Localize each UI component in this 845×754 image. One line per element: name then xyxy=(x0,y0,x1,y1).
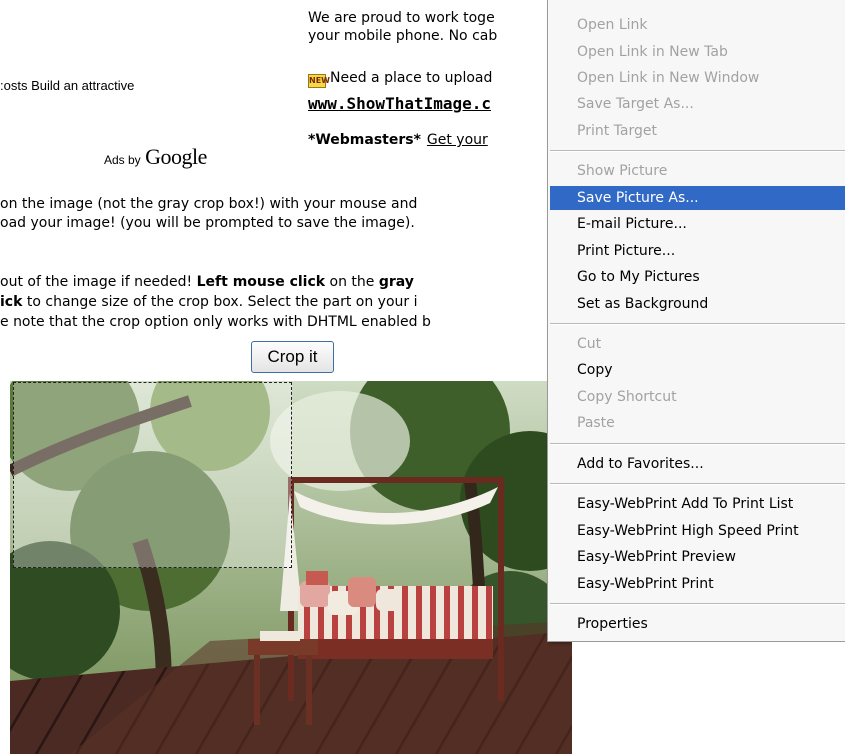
crop-it-button[interactable]: Crop it xyxy=(251,341,334,373)
menu-item-show-picture[interactable]: Show Picture xyxy=(550,159,845,183)
instruction-text: on the xyxy=(325,274,379,290)
menu-separator xyxy=(550,443,845,445)
showthatimage-link[interactable]: www.ShowThatImage.c xyxy=(308,94,491,113)
menu-item-open-link-new-tab[interactable]: Open Link in New Tab xyxy=(550,40,845,64)
instruction-line-2: oad your image! (you will be prompted to… xyxy=(0,215,415,231)
menu-item-open-link-new-window[interactable]: Open Link in New Window xyxy=(550,66,845,90)
intro-text-line-1: We are proud to work toge xyxy=(308,10,495,26)
instruction-bold: Left mouse click xyxy=(196,274,326,290)
instruction-bold: ick xyxy=(0,294,23,310)
menu-item-set-as-background[interactable]: Set as Background xyxy=(550,292,845,316)
menu-separator xyxy=(550,323,845,325)
crop-selection-box[interactable] xyxy=(13,382,292,568)
webmasters-link[interactable]: Get your xyxy=(427,132,488,148)
menu-item-easy-webprint-print[interactable]: Easy-WebPrint Print xyxy=(550,572,845,596)
menu-item-copy[interactable]: Copy xyxy=(550,358,845,382)
menu-item-paste[interactable]: Paste xyxy=(550,411,845,435)
page-background xyxy=(572,642,845,754)
menu-separator xyxy=(550,150,845,152)
upload-promo-text: Need a place to upload xyxy=(330,70,493,86)
instruction-bold: gray xyxy=(378,274,414,290)
menu-item-add-to-favorites[interactable]: Add to Favorites... xyxy=(550,452,845,476)
menu-item-save-picture-as[interactable]: Save Picture As... xyxy=(550,186,845,210)
instruction-line-4: ick to change size of the crop box. Sele… xyxy=(0,294,418,310)
menu-item-easy-webprint-preview[interactable]: Easy-WebPrint Preview xyxy=(550,545,845,569)
menu-item-print-picture[interactable]: Print Picture... xyxy=(550,239,845,263)
instruction-line-3: out of the image if needed! Left mouse c… xyxy=(0,274,414,290)
menu-separator xyxy=(550,483,845,485)
menu-item-easy-webprint-add[interactable]: Easy-WebPrint Add To Print List xyxy=(550,492,845,516)
instruction-line-5: e note that the crop option only works w… xyxy=(0,314,431,330)
ads-by-label: Ads by xyxy=(104,153,141,167)
menu-item-go-to-my-pictures[interactable]: Go to My Pictures xyxy=(550,265,845,289)
google-logo: Google xyxy=(145,144,207,169)
menu-item-print-target[interactable]: Print Target xyxy=(550,119,845,143)
instruction-text: to change size of the crop box. Select t… xyxy=(22,294,418,310)
menu-item-email-picture[interactable]: E-mail Picture... xyxy=(550,212,845,236)
ad-text-fragment[interactable]: :osts Build an attractive xyxy=(0,78,134,93)
webmasters-label: *Webmasters* xyxy=(308,132,421,148)
upload-promo: NEWNeed a place to upload xyxy=(308,70,492,88)
menu-item-cut[interactable]: Cut xyxy=(550,332,845,356)
instruction-text: out of the image if needed! xyxy=(0,274,197,290)
intro-text-line-2: your mobile phone. No cab xyxy=(308,28,498,44)
menu-item-open-link[interactable]: Open Link xyxy=(550,13,845,37)
new-badge-icon: NEW xyxy=(308,74,330,88)
context-menu: Open Link Open Link in New Tab Open Link… xyxy=(547,0,845,642)
webmasters-line: *Webmasters* Get your xyxy=(308,132,488,148)
ads-by-google[interactable]: Ads by Google xyxy=(104,144,207,170)
menu-item-save-target-as[interactable]: Save Target As... xyxy=(550,92,845,116)
menu-item-properties[interactable]: Properties xyxy=(550,612,845,636)
instruction-line-1: on the image (not the gray crop box!) wi… xyxy=(0,196,418,212)
menu-item-easy-webprint-high-speed[interactable]: Easy-WebPrint High Speed Print xyxy=(550,519,845,543)
menu-item-copy-shortcut[interactable]: Copy Shortcut xyxy=(550,385,845,409)
menu-separator xyxy=(550,603,845,605)
